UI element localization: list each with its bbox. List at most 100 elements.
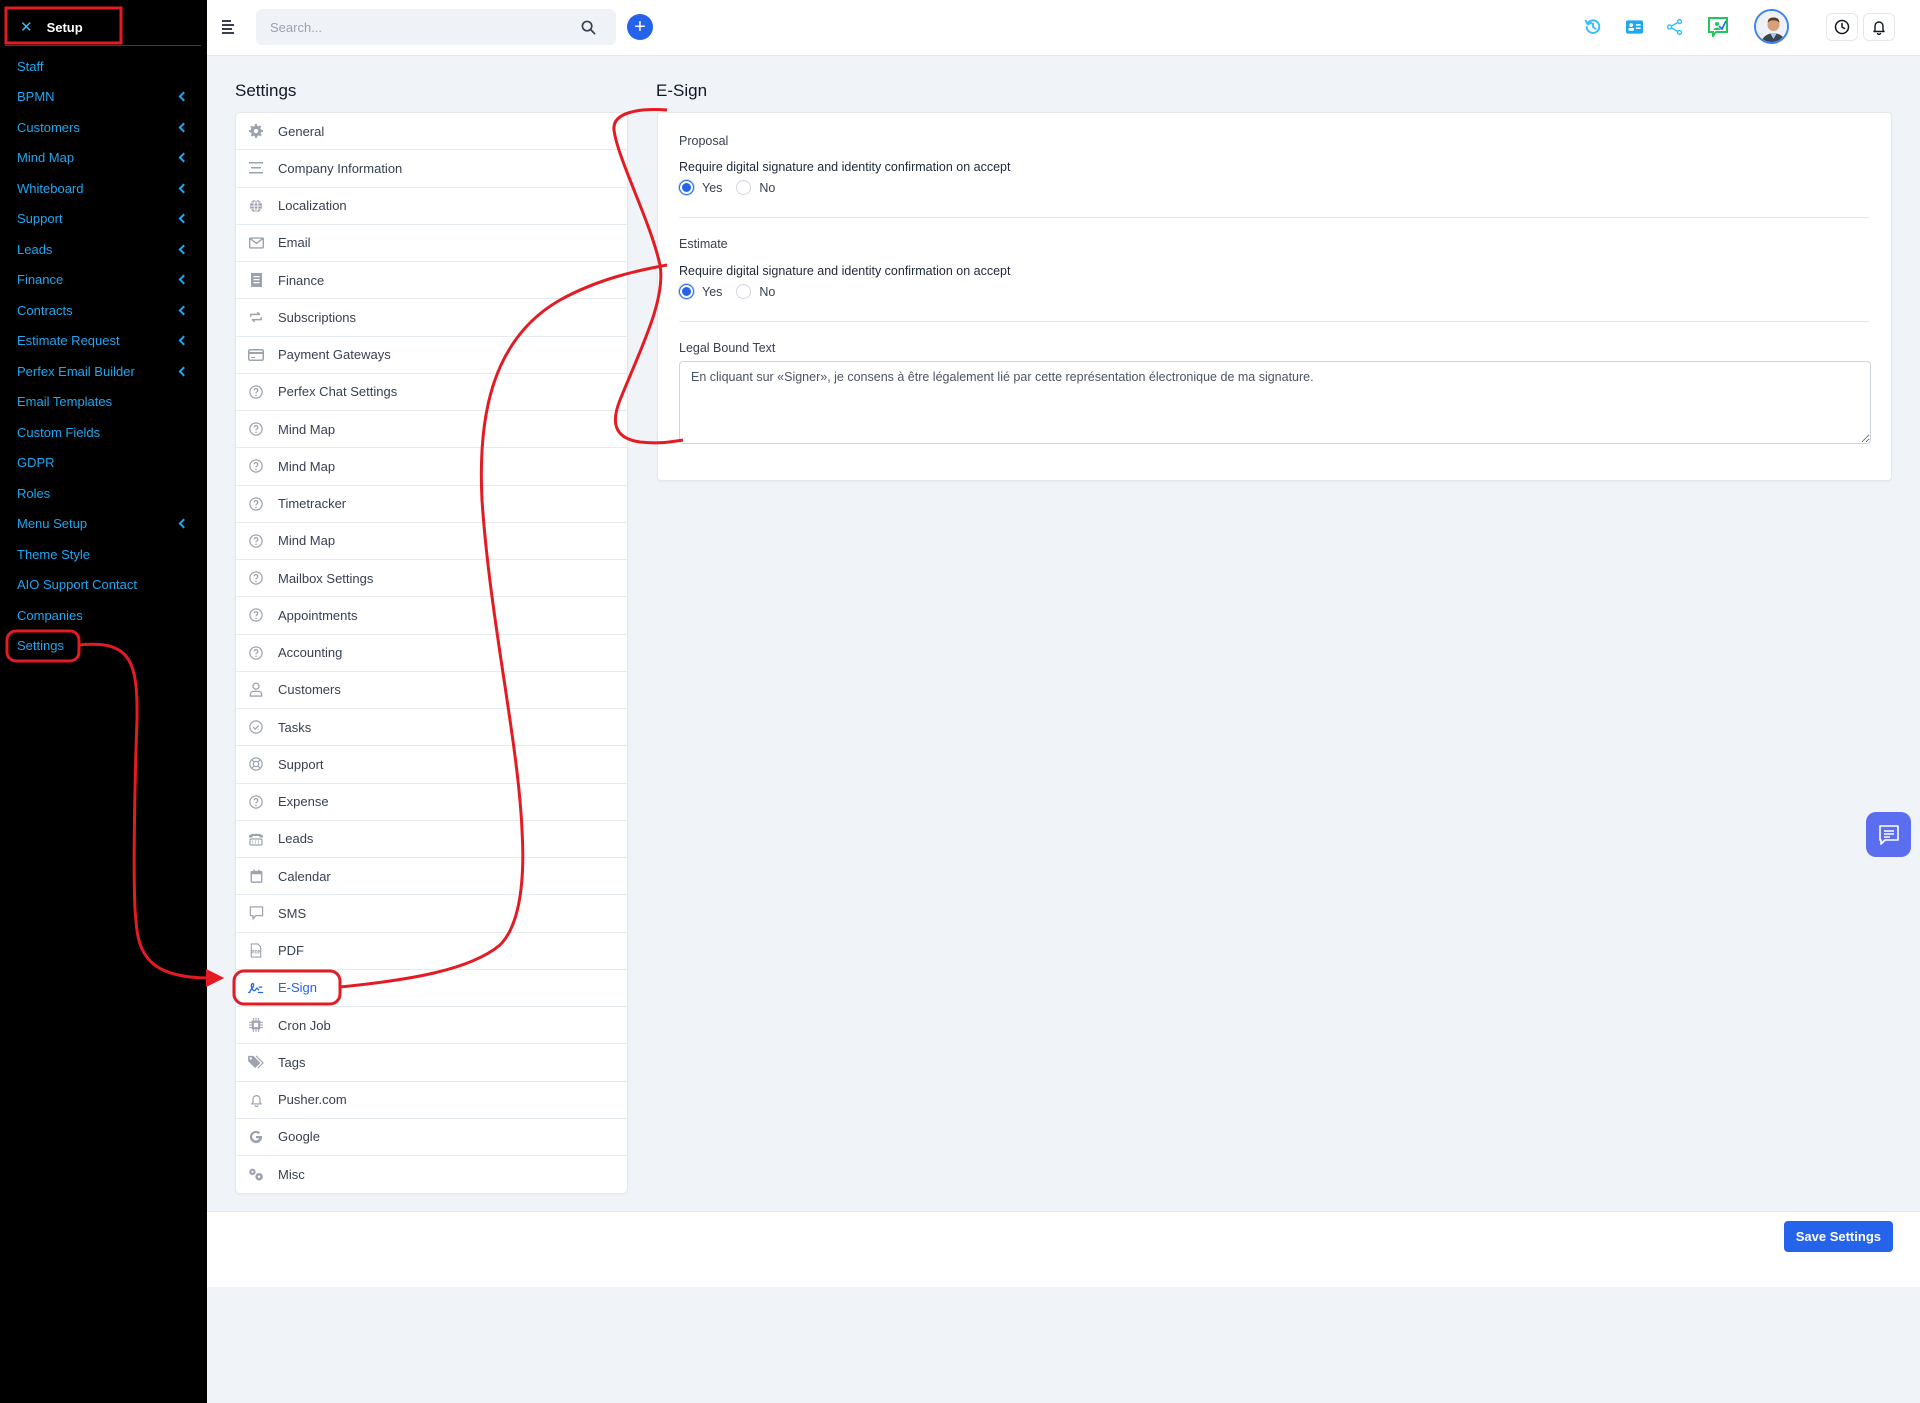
chevron-left-icon[interactable] [178, 244, 189, 255]
settings-item-customers[interactable]: Customers [236, 672, 627, 709]
sidebar-item-contracts[interactable]: Contracts [0, 295, 207, 326]
chat-button[interactable] [1866, 812, 1911, 857]
sidebar-item-label: Support [17, 211, 63, 227]
settings-item-general[interactable]: General [236, 113, 627, 151]
chevron-left-icon[interactable] [178, 274, 189, 285]
settings-item-misc[interactable]: Misc [236, 1156, 627, 1193]
sidebar-item-customers[interactable]: Customers [0, 112, 207, 143]
history-icon[interactable] [1582, 16, 1604, 38]
sidebar-item-perfex-email-builder[interactable]: Perfex Email Builder [0, 356, 207, 387]
chat-check-icon[interactable] [1707, 16, 1729, 38]
sidebar-item-mind-map[interactable]: Mind Map [0, 143, 207, 174]
sidebar-item-custom-fields[interactable]: Custom Fields [0, 417, 207, 448]
sidebar-item-label: Staff [17, 58, 44, 74]
sidebar-item-estimate-request[interactable]: Estimate Request [0, 326, 207, 357]
estimate-yes-label[interactable]: Yes [702, 285, 722, 299]
settings-item-mind-map[interactable]: Mind Map [236, 411, 627, 449]
contact-card-icon[interactable] [1623, 16, 1645, 38]
settings-item-email[interactable]: Email [236, 225, 627, 262]
chevron-left-icon[interactable] [178, 213, 189, 224]
sidebar-item-email-templates[interactable]: Email Templates [0, 387, 207, 418]
settings-item-payment-gateways[interactable]: Payment Gateways [236, 337, 627, 374]
google-icon [248, 1129, 264, 1145]
settings-item-pdf[interactable]: PDF PDF [236, 933, 627, 970]
chevron-left-icon[interactable] [178, 366, 189, 377]
menu-icon[interactable] [222, 20, 236, 34]
settings-item-tags[interactable]: Tags [236, 1044, 627, 1082]
settings-item-subscriptions[interactable]: Subscriptions [236, 299, 627, 337]
sidebar-item-label: Finance [17, 272, 64, 288]
chevron-left-icon[interactable] [178, 305, 189, 316]
quick-add-button[interactable]: + [627, 14, 653, 40]
sidebar-item-leads[interactable]: Leads [0, 234, 207, 265]
sidebar-item-gdpr[interactable]: GDPR [0, 448, 207, 479]
proposal-no-radio[interactable] [736, 180, 752, 195]
sidebar-item-finance[interactable]: Finance [0, 265, 207, 296]
settings-item-cron-job[interactable]: Cron Job [236, 1007, 627, 1045]
sidebar-item-settings[interactable]: Settings [0, 631, 207, 662]
proposal-no-label[interactable]: No [759, 181, 775, 195]
sidebar-item-label: Whiteboard [17, 180, 84, 196]
settings-item-sms[interactable]: SMS [236, 895, 627, 933]
chevron-left-icon[interactable] [178, 335, 189, 346]
settings-item-mind-map[interactable]: Mind Map [236, 523, 627, 560]
sidebar-item-roles[interactable]: Roles [0, 478, 207, 509]
question-circle-icon [248, 384, 264, 400]
proposal-yes-label[interactable]: Yes [702, 181, 722, 195]
estimate-no-radio[interactable] [736, 284, 752, 299]
question-circle-icon [248, 645, 264, 661]
clock-button[interactable] [1826, 13, 1858, 41]
settings-item-perfex-chat-settings[interactable]: Perfex Chat Settings [236, 374, 627, 411]
share-icon[interactable] [1664, 16, 1686, 38]
settings-item-calendar[interactable]: Calendar [236, 858, 627, 896]
close-icon[interactable]: ✕ [20, 18, 33, 36]
sidebar-item-label: Companies [17, 607, 83, 623]
legal-text-textarea[interactable]: En cliquant sur «Signer», je consens à ê… [679, 361, 1871, 444]
sidebar-item-companies[interactable]: Companies [0, 600, 207, 631]
sidebar-item-aio-support-contact[interactable]: AIO Support Contact [0, 570, 207, 601]
chevron-left-icon[interactable] [178, 91, 189, 102]
settings-item-mailbox-settings[interactable]: Mailbox Settings [236, 560, 627, 598]
sidebar-item-staff[interactable]: Staff [0, 51, 207, 82]
sidebar-item-theme-style[interactable]: Theme Style [0, 539, 207, 570]
sidebar-item-menu-setup[interactable]: Menu Setup [0, 509, 207, 540]
settings-item-support[interactable]: Support [236, 746, 627, 784]
chevron-left-icon[interactable] [178, 183, 189, 194]
settings-item-localization[interactable]: Localization [236, 188, 627, 225]
question-circle-icon [248, 794, 264, 810]
sidebar-item-label: Customers [17, 119, 80, 135]
chevron-left-icon[interactable] [178, 518, 189, 529]
sidebar-item-whiteboard[interactable]: Whiteboard [0, 173, 207, 204]
proposal-yes-radio[interactable] [679, 180, 694, 195]
settings-item-label: Company Information [278, 160, 403, 176]
settings-item-accounting[interactable]: Accounting [236, 635, 627, 672]
sidebar-item-label: Theme Style [17, 546, 90, 562]
settings-item-e-sign[interactable]: E-Sign [236, 970, 627, 1007]
settings-item-timetracker[interactable]: Timetracker [236, 486, 627, 523]
settings-item-leads[interactable]: Leads [236, 821, 627, 858]
settings-item-appointments[interactable]: Appointments [236, 597, 627, 635]
gears-icon [248, 1167, 264, 1183]
settings-item-tasks[interactable]: Tasks [236, 709, 627, 747]
calendar-icon [248, 868, 264, 884]
settings-item-pusher-com[interactable]: Pusher.com [236, 1082, 627, 1119]
estimate-no-label[interactable]: No [759, 285, 775, 299]
notifications-button[interactable] [1863, 13, 1895, 41]
settings-item-google[interactable]: Google [236, 1119, 627, 1156]
search-input[interactable] [256, 9, 556, 45]
save-settings-button[interactable]: Save Settings [1783, 1221, 1893, 1252]
chevron-left-icon[interactable] [178, 122, 189, 133]
plus-icon: + [634, 16, 646, 38]
sidebar-item-bpmn[interactable]: BPMN [0, 82, 207, 113]
settings-item-mind-map[interactable]: Mind Map [236, 448, 627, 486]
search-icon[interactable] [581, 20, 596, 35]
settings-item-label: Appointments [278, 607, 358, 623]
sidebar-item-support[interactable]: Support [0, 204, 207, 235]
settings-item-company-information[interactable]: Company Information [236, 150, 627, 188]
chevron-left-icon[interactable] [178, 152, 189, 163]
settings-item-finance[interactable]: Finance [236, 262, 627, 300]
estimate-yes-radio[interactable] [679, 284, 694, 299]
avatar[interactable] [1754, 9, 1789, 44]
settings-item-expense[interactable]: Expense [236, 784, 627, 821]
check-circle-icon [248, 719, 264, 735]
